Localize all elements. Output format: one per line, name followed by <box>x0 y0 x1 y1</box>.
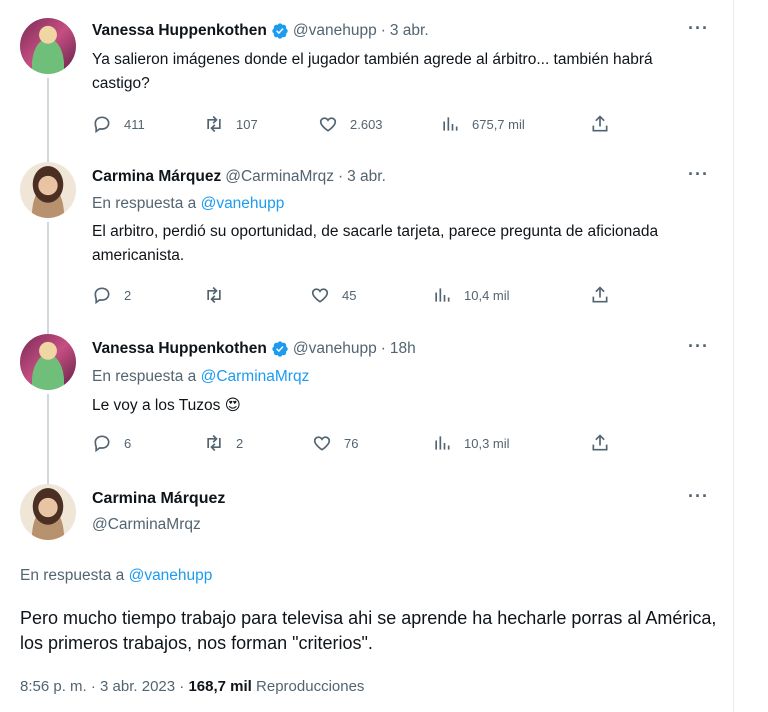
reply-count: 6 <box>124 435 132 451</box>
separator-dot: · <box>90 678 96 695</box>
separator-dot: · <box>380 340 386 357</box>
like-button[interactable]: 76 <box>312 433 358 453</box>
retweet-icon <box>207 434 221 452</box>
tweet-text: Le voy a los Tuzos 😍 <box>92 397 241 414</box>
tweet-1[interactable]: Vanessa Huppenkothen @vanehupp · 3 abr. … <box>0 0 733 150</box>
like-count: 45 <box>342 287 357 303</box>
reply-button[interactable]: 411 <box>92 114 145 134</box>
views-count: 168,7 mil <box>188 678 252 695</box>
author-name[interactable]: Carmina Márquez <box>92 168 221 186</box>
views-count: 10,4 mil <box>464 287 510 303</box>
tweet-date[interactable]: 3 abr. 2023 <box>100 678 175 695</box>
reply-icon <box>94 287 110 305</box>
author-handle[interactable]: @vanehupp <box>293 22 377 40</box>
tweet-header: Vanessa Huppenkothen @vanehupp · 3 abr. <box>92 22 429 40</box>
reply-context: En respuesta a @vanehupp <box>92 195 284 213</box>
share-icon <box>592 286 608 303</box>
like-count: 2.603 <box>350 116 383 132</box>
tweet-text: Pero mucho tiempo trabajo para televisa … <box>20 608 717 653</box>
reply-context: En respuesta a @vanehupp <box>20 567 212 585</box>
avatar[interactable] <box>20 18 76 74</box>
tweet-header: Vanessa Huppenkothen @vanehupp · 18h <box>92 340 416 358</box>
avatar[interactable] <box>20 162 76 218</box>
views-count: 675,7 mil <box>472 116 525 132</box>
more-icon[interactable]: ··· <box>688 164 709 185</box>
separator-dot: · <box>337 168 344 185</box>
reply-prefix: En respuesta a <box>20 567 125 584</box>
share-icon <box>592 115 608 132</box>
views-icon <box>443 117 458 131</box>
like-icon <box>313 436 331 451</box>
verified-icon <box>272 23 288 39</box>
column-divider <box>733 0 734 712</box>
reply-icon <box>94 116 110 134</box>
retweet-icon <box>207 115 221 133</box>
like-button[interactable]: 2.603 <box>318 114 383 134</box>
tweet-time[interactable]: 3 abr. <box>347 168 386 186</box>
avatar[interactable] <box>20 484 76 540</box>
views-label: Reproducciones <box>256 678 365 695</box>
views-button[interactable]: 10,3 mil <box>432 433 510 453</box>
like-count: 76 <box>344 435 359 451</box>
reply-button[interactable]: 6 <box>92 433 131 453</box>
tweet-actions: 6 2 76 10,3 mil <box>92 433 622 455</box>
reply-icon <box>94 435 110 453</box>
share-button[interactable] <box>590 285 622 305</box>
author-name[interactable]: Vanessa Huppenkothen <box>92 340 267 358</box>
like-icon <box>319 117 337 132</box>
reply-handle-link[interactable]: @CarminaMrqz <box>201 368 310 385</box>
author-handle[interactable]: @CarminaMrqz <box>225 168 334 186</box>
tweet-actions: 411 107 2.603 675,7 mil <box>92 114 622 136</box>
retweet-button[interactable]: 2 <box>204 433 243 453</box>
reply-count: 2 <box>124 287 132 303</box>
tweet-3[interactable]: Vanessa Huppenkothen @vanehupp · 18h ···… <box>0 322 733 472</box>
main-tweet[interactable]: Carmina Márquez @CarminaMrqz ··· En resp… <box>0 472 733 712</box>
tweet-time[interactable]: 18h <box>390 340 416 358</box>
retweet-button[interactable] <box>204 285 236 305</box>
tweet-text: Ya salieron imágenes donde el jugador ta… <box>92 51 653 92</box>
author-handle[interactable]: @vanehupp <box>293 340 377 358</box>
separator-dot: · <box>380 22 386 39</box>
share-button[interactable] <box>590 433 622 453</box>
views-count: 10,3 mil <box>464 435 510 451</box>
reply-prefix: En respuesta a <box>92 195 197 212</box>
tweet-meta: 8:56 p. m. · 3 abr. 2023 · 168,7 mil Rep… <box>20 678 364 695</box>
reply-context: En respuesta a @CarminaMrqz <box>92 368 309 386</box>
views-button[interactable]: 675,7 mil <box>440 114 525 134</box>
reply-handle-link[interactable]: @vanehupp <box>201 195 285 212</box>
reply-button[interactable]: 2 <box>92 285 131 305</box>
author-name[interactable]: Carmina Márquez <box>92 490 225 508</box>
author-handle[interactable]: @CarminaMrqz <box>92 516 201 534</box>
reply-prefix: En respuesta a <box>92 368 197 385</box>
verified-icon <box>272 341 288 357</box>
share-icon <box>592 434 608 451</box>
author-name[interactable]: Vanessa Huppenkothen <box>92 22 267 40</box>
views-icon <box>435 436 450 450</box>
like-icon <box>311 288 329 303</box>
tweet-header: Carmina Márquez @CarminaMrqz · 3 abr. <box>92 168 386 186</box>
retweet-icon <box>207 286 221 304</box>
reply-count: 411 <box>124 116 145 132</box>
tweet-time[interactable]: 3 abr. <box>390 22 429 40</box>
retweet-count: 2 <box>236 435 244 451</box>
tweet-2[interactable]: Carmina Márquez @CarminaMrqz · 3 abr. ··… <box>0 150 733 322</box>
avatar[interactable] <box>20 334 76 390</box>
tweet-text: El arbitro, perdió su oportunidad, de sa… <box>92 223 659 264</box>
tweet-time[interactable]: 8:56 p. m. <box>20 678 87 695</box>
retweet-button[interactable]: 107 <box>204 114 258 134</box>
retweet-count: 107 <box>236 116 258 132</box>
views-button[interactable]: 10,4 mil <box>432 285 510 305</box>
share-button[interactable] <box>590 114 622 134</box>
tweet-actions: 2 45 10,4 mil <box>92 285 622 307</box>
more-icon[interactable]: ··· <box>688 18 709 39</box>
views-icon <box>435 288 450 302</box>
reply-handle-link[interactable]: @vanehupp <box>129 567 213 584</box>
like-button[interactable]: 45 <box>310 285 356 305</box>
more-icon[interactable]: ··· <box>688 486 709 507</box>
more-icon[interactable]: ··· <box>688 336 709 357</box>
separator-dot: · <box>179 678 185 695</box>
